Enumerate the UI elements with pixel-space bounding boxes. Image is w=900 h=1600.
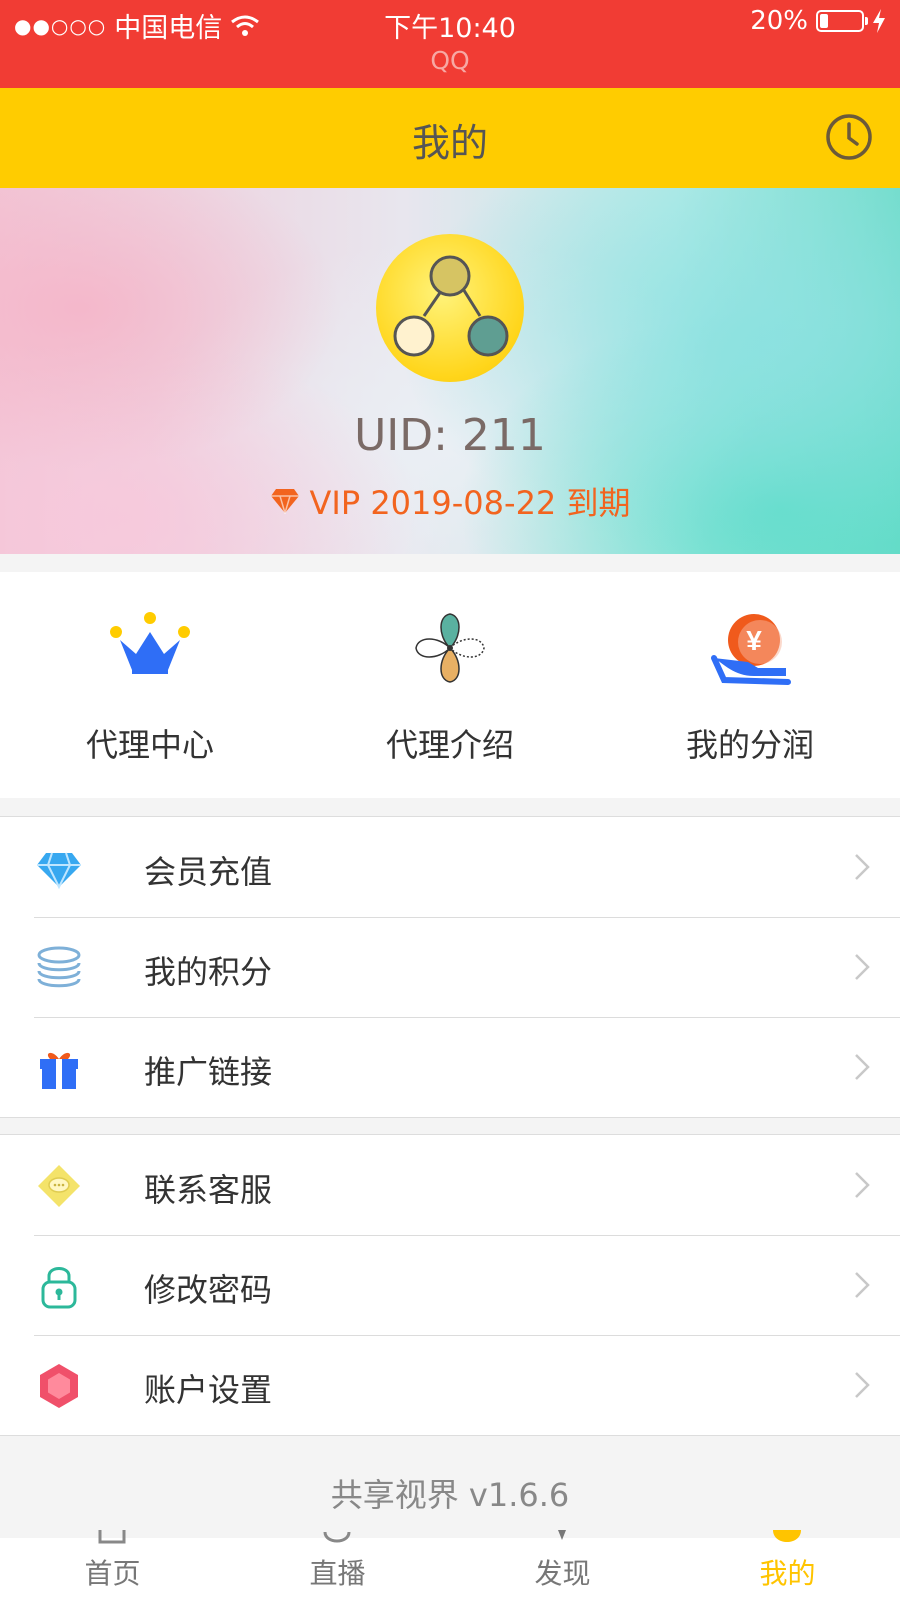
menu-item-change-password[interactable]: 修改密码 (0, 1235, 900, 1335)
profile-header: UID: 211 VIP 2019-08-22 到期 (0, 188, 900, 554)
tab-discover[interactable]: 发现 (450, 1530, 675, 1600)
vip-expiry: VIP 2019-08-22 到期 (0, 478, 900, 524)
clover-icon (415, 613, 485, 683)
yen-hand-icon: ¥ (711, 614, 791, 685)
live-icon (323, 1531, 351, 1543)
battery-percent: 20% (750, 6, 808, 36)
menu-label: 推广链接 (144, 1053, 273, 1091)
chevron-right-icon (855, 954, 870, 980)
menu-item-promo-link[interactable]: 推广链接 (0, 1017, 900, 1117)
battery-level (820, 14, 828, 28)
chevron-right-icon (855, 1372, 870, 1398)
avatar[interactable] (376, 234, 524, 382)
app-version: 共享视界 v1.6.6 (330, 1476, 570, 1514)
compass-icon (558, 1530, 566, 1540)
lock-icon (41, 1267, 77, 1309)
crown-icon (110, 612, 190, 674)
tab-label: 我的 (759, 1557, 816, 1590)
menu-label: 联系客服 (144, 1171, 273, 1209)
menu-item-recharge[interactable]: 会员充值 (0, 817, 900, 917)
vip-text: VIP 2019-08-22 到期 (309, 484, 631, 522)
status-sub-label: QQ (430, 46, 470, 75)
my-profit-label: 我的分润 (685, 726, 814, 764)
gift-icon (40, 1052, 78, 1089)
hexagon-icon (40, 1364, 78, 1408)
agent-shortcuts: 代理中心 代理介绍 ¥ 我的分润 (0, 572, 900, 798)
status-bar: ●●○○○ 中国电信 下午10:40 20% QQ (0, 0, 900, 88)
menu-item-account-settings[interactable]: 账户设置 (0, 1335, 900, 1435)
menu-item-points[interactable]: 我的积分 (0, 917, 900, 1017)
tab-label: 首页 (84, 1557, 141, 1590)
agent-center-button[interactable]: 代理中心 (0, 572, 300, 798)
page-title: 我的 (411, 121, 488, 165)
menu-item-customer-service[interactable]: 联系客服 (0, 1135, 900, 1235)
menu-label: 会员充值 (144, 853, 273, 891)
svg-text:¥: ¥ (746, 625, 762, 656)
battery-icon (816, 10, 868, 32)
status-right: 20% (750, 6, 886, 36)
tab-bar: 首页 直播 发现 我的 (0, 1530, 900, 1600)
agent-intro-label: 代理介绍 (385, 726, 514, 764)
user-icon (773, 1530, 801, 1542)
agent-center-label: 代理中心 (85, 726, 214, 764)
tab-home[interactable]: 首页 (0, 1530, 225, 1600)
menu-group-account: 会员充值 我的积分 推广链接 (0, 816, 900, 1118)
chevron-right-icon (855, 1054, 870, 1080)
clock-icon[interactable] (824, 112, 874, 162)
chevron-right-icon (855, 854, 870, 880)
chevron-right-icon (855, 1172, 870, 1198)
menu-group-support: 联系客服 修改密码 账户设置 (0, 1134, 900, 1436)
home-icon (98, 1530, 126, 1544)
chat-icon (38, 1165, 80, 1207)
nav-bar: 我的 (0, 88, 900, 188)
tab-mine[interactable]: 我的 (675, 1530, 900, 1600)
diamond-icon (37, 852, 81, 890)
tab-label: 直播 (309, 1557, 366, 1590)
diamond-icon (270, 489, 299, 514)
menu-label: 修改密码 (144, 1271, 273, 1309)
menu-label: 账户设置 (144, 1371, 273, 1409)
agent-intro-button[interactable]: 代理介绍 (300, 572, 600, 798)
coins-icon (37, 946, 81, 988)
tab-live[interactable]: 直播 (225, 1531, 450, 1600)
tab-label: 发现 (534, 1557, 591, 1590)
chevron-right-icon (855, 1272, 870, 1298)
user-id: UID: 211 (354, 410, 546, 461)
my-profit-button[interactable]: ¥ 我的分润 (600, 572, 900, 798)
share-nodes-icon (393, 255, 509, 357)
charging-bolt-icon (873, 9, 885, 33)
menu-label: 我的积分 (144, 953, 273, 991)
